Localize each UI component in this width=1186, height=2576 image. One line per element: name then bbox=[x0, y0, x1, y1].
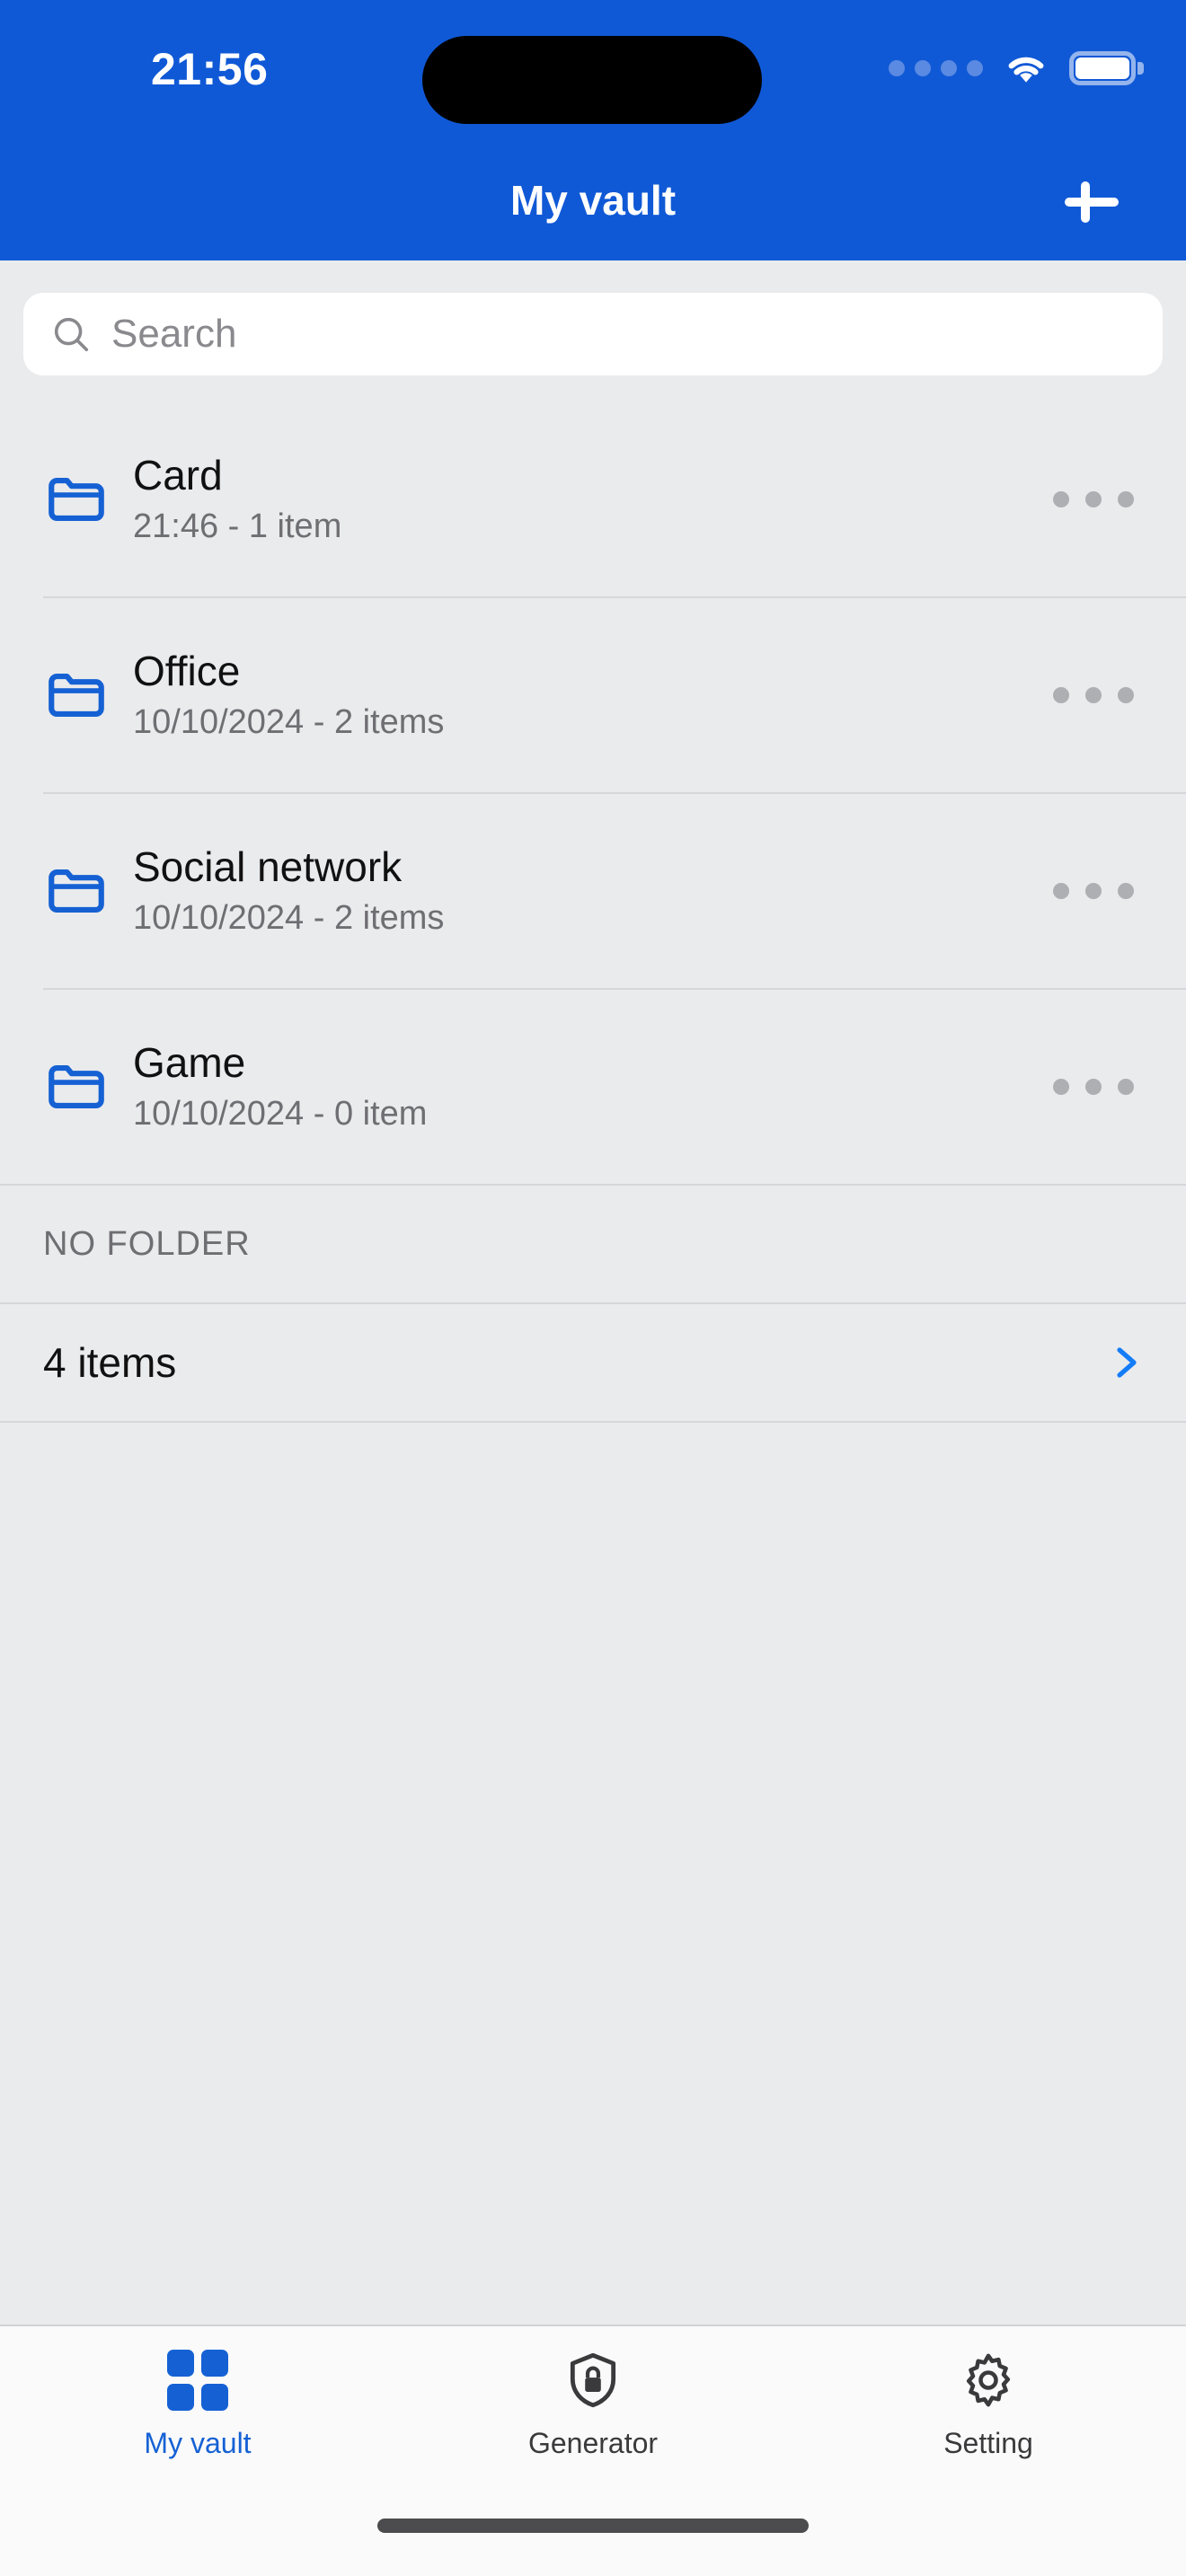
cellular-dots-icon bbox=[889, 60, 983, 76]
tab-label: Setting bbox=[943, 2427, 1033, 2459]
folder-row-social-network[interactable]: Social network 10/10/2024 - 2 items bbox=[0, 794, 1186, 988]
folder-icon bbox=[49, 477, 104, 522]
dynamic-island bbox=[422, 36, 762, 124]
folder-name: Social network bbox=[133, 842, 403, 890]
add-item-button[interactable] bbox=[1058, 169, 1125, 235]
gear-icon bbox=[966, 2353, 1011, 2407]
content-spacer bbox=[0, 1423, 1186, 2325]
no-folder-items-row[interactable]: 4 items bbox=[0, 1304, 1186, 1421]
folder-meta: 10/10/2024 - 2 items bbox=[133, 899, 445, 938]
folder-name: Game bbox=[133, 1038, 246, 1086]
home-indicator-area bbox=[0, 2506, 1186, 2576]
no-folder-items-label: 4 items bbox=[43, 1339, 177, 1386]
folder-name: Office bbox=[133, 647, 241, 694]
folder-icon bbox=[49, 869, 104, 913]
folder-row-game[interactable]: Game 10/10/2024 - 0 item bbox=[0, 990, 1186, 1184]
app-header: 21:56 My vault bbox=[0, 0, 1186, 260]
page-title: My vault bbox=[509, 177, 677, 224]
shield-lock-icon bbox=[570, 2352, 616, 2408]
folder-list: Card 21:46 - 1 item Office 10/10/2024 - … bbox=[0, 402, 1186, 1423]
search-bar[interactable] bbox=[23, 293, 1163, 375]
folder-row-card[interactable]: Card 21:46 - 1 item bbox=[0, 402, 1186, 596]
more-horizontal-icon[interactable] bbox=[1044, 475, 1143, 524]
more-horizontal-icon[interactable] bbox=[1044, 867, 1143, 915]
status-bar-indicators bbox=[889, 50, 1144, 86]
folder-name: Card bbox=[133, 451, 223, 498]
status-bar: 21:56 bbox=[0, 0, 1186, 144]
folder-meta: 10/10/2024 - 0 item bbox=[133, 1095, 428, 1134]
more-horizontal-icon[interactable] bbox=[1044, 1063, 1143, 1111]
wifi-icon bbox=[1008, 57, 1044, 83]
tab-my-vault[interactable]: My vault bbox=[0, 2350, 395, 2460]
tab-label: Generator bbox=[527, 2427, 659, 2459]
app-root: 21:56 My vault Search Card 21:46 - 1 ite… bbox=[0, 0, 1186, 2576]
home-indicator[interactable] bbox=[377, 2519, 809, 2533]
folder-icon bbox=[49, 673, 104, 718]
bottom-tab-bar: My vault Generator Setting bbox=[0, 2326, 1186, 2506]
section-header-no-folder: NO FOLDER bbox=[0, 1186, 1186, 1302]
folder-icon bbox=[49, 1064, 104, 1109]
navigation-bar: My vault bbox=[0, 144, 1186, 260]
status-bar-time: 21:56 bbox=[151, 44, 269, 94]
chevron-right-icon bbox=[1117, 1347, 1137, 1378]
tab-label: My vault bbox=[144, 2427, 252, 2459]
folder-row-office[interactable]: Office 10/10/2024 - 2 items bbox=[0, 598, 1186, 792]
tab-generator[interactable]: Generator bbox=[395, 2350, 791, 2460]
grid-icon bbox=[167, 2350, 228, 2411]
search-input[interactable] bbox=[111, 312, 1136, 357]
tab-setting[interactable]: Setting bbox=[791, 2350, 1186, 2460]
folder-meta: 21:46 - 1 item bbox=[133, 507, 342, 546]
search-icon bbox=[54, 317, 89, 352]
search-section bbox=[0, 260, 1186, 402]
more-horizontal-icon[interactable] bbox=[1044, 671, 1143, 719]
folder-meta: 10/10/2024 - 2 items bbox=[133, 703, 445, 742]
battery-full-icon bbox=[1069, 51, 1144, 85]
